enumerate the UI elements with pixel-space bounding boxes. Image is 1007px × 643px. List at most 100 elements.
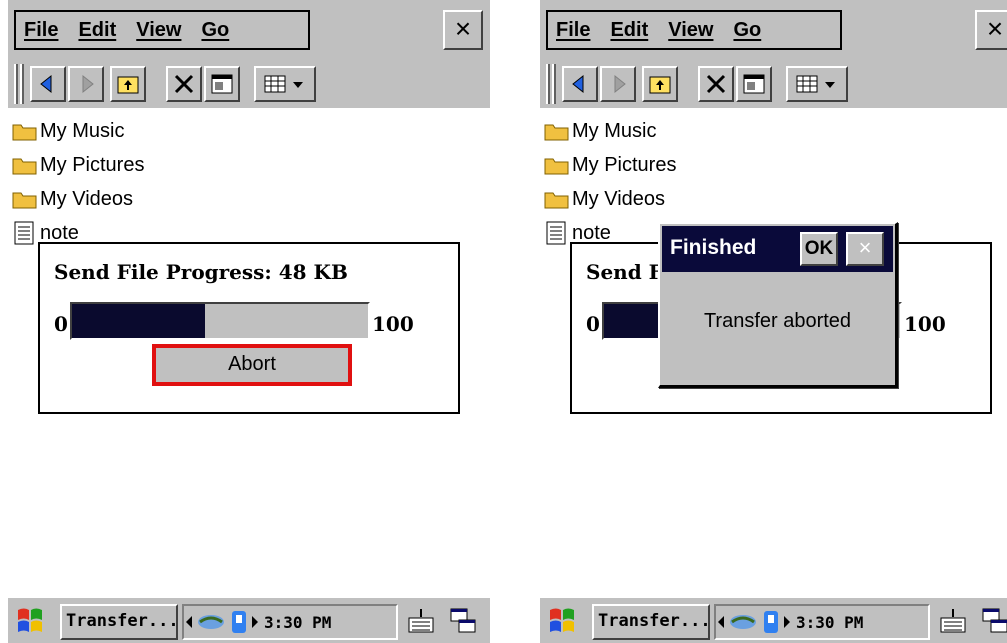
progress-bar — [70, 302, 370, 340]
network-icon[interactable] — [194, 610, 228, 634]
progress-title: Send File Progress: 48 KB — [54, 260, 348, 284]
menu-group: File Edit View Go — [546, 10, 842, 50]
abort-button[interactable]: Abort — [156, 348, 348, 382]
progress-fill — [72, 304, 206, 338]
list-item[interactable]: My Pictures — [544, 148, 1007, 182]
document-icon — [14, 221, 34, 245]
task-button[interactable]: Transfer... — [60, 604, 178, 640]
file-name: My Music — [572, 119, 657, 142]
menu-file[interactable]: File — [556, 19, 590, 42]
file-name: My Pictures — [40, 153, 145, 176]
back-icon — [40, 74, 52, 94]
document-icon — [546, 221, 566, 245]
start-icon[interactable] — [546, 606, 578, 636]
menu-view[interactable]: View — [668, 19, 713, 42]
folder-icon — [12, 124, 37, 141]
toolbar-grip[interactable] — [552, 64, 556, 104]
back-button[interactable] — [30, 66, 66, 102]
toolbar-grip[interactable] — [14, 64, 18, 104]
toolbar — [540, 56, 1007, 108]
arrow-left-icon[interactable] — [716, 614, 726, 630]
keyboard-icon[interactable] — [406, 606, 436, 636]
view-menu-button[interactable] — [786, 66, 848, 102]
menu-group: File Edit View Go — [14, 10, 310, 50]
finished-dialog: Finished OK × Transfer aborted — [658, 222, 898, 388]
forward-button[interactable] — [600, 66, 636, 102]
list-item[interactable]: My Videos — [544, 182, 1007, 216]
close-button[interactable]: × — [975, 10, 1007, 50]
view-menu-button[interactable] — [254, 66, 316, 102]
list-item[interactable]: My Pictures — [12, 148, 482, 182]
folder-icon — [12, 192, 37, 209]
switch-window-icon[interactable] — [448, 606, 478, 636]
arrow-right-icon[interactable] — [250, 614, 260, 630]
system-tray: 3:30 PM — [714, 604, 930, 640]
dialog-close-button[interactable]: × — [846, 232, 884, 266]
properties-button[interactable] — [204, 66, 240, 102]
folder-icon — [544, 124, 569, 141]
menu-bar: File Edit View Go × — [540, 0, 1007, 56]
file-name: My Pictures — [572, 153, 677, 176]
progress-max-label: 100 — [372, 312, 414, 336]
clock[interactable]: 3:30 PM — [796, 613, 863, 632]
delete-button[interactable] — [698, 66, 734, 102]
switch-window-icon[interactable] — [980, 606, 1007, 636]
arrow-right-icon[interactable] — [782, 614, 792, 630]
task-button[interactable]: Transfer... — [592, 604, 710, 640]
dialog-message: Transfer aborted — [703, 310, 852, 332]
folder-icon — [544, 158, 569, 175]
toolbar-grip[interactable] — [20, 64, 24, 104]
arrow-left-icon[interactable] — [184, 614, 194, 630]
ok-button[interactable]: OK — [800, 232, 838, 266]
menu-go[interactable]: Go — [733, 19, 761, 42]
up-folder-button[interactable] — [110, 66, 146, 102]
menu-file[interactable]: File — [24, 19, 58, 42]
list-item[interactable]: My Music — [544, 114, 1007, 148]
list-item[interactable]: My Videos — [12, 182, 482, 216]
dialog-titlebar: Finished OK × — [662, 226, 893, 272]
progress-title: Send F — [586, 260, 663, 284]
menu-edit[interactable]: Edit — [610, 19, 648, 42]
progress-min-label: 0 — [54, 312, 68, 336]
screen-finished: File Edit View Go × My Music My Pictures… — [540, 0, 1007, 643]
start-icon[interactable] — [14, 606, 46, 636]
menu-bar: File Edit View Go × — [8, 0, 490, 56]
menu-edit[interactable]: Edit — [78, 19, 116, 42]
delete-icon — [706, 74, 726, 94]
toolbar-grip[interactable] — [546, 64, 550, 104]
forward-button[interactable] — [68, 66, 104, 102]
usb-icon[interactable] — [760, 609, 782, 635]
list-item[interactable]: My Music — [12, 114, 482, 148]
menu-view[interactable]: View — [136, 19, 181, 42]
taskbar: Transfer... 3:30 PM — [8, 596, 490, 643]
delete-button[interactable] — [166, 66, 202, 102]
up-folder-button[interactable] — [642, 66, 678, 102]
progress-dialog: Send File Progress: 48 KB 0 100 Abort — [38, 242, 460, 414]
delete-icon — [174, 74, 194, 94]
menu-go[interactable]: Go — [201, 19, 229, 42]
up-folder-icon — [649, 76, 671, 94]
usb-icon[interactable] — [228, 609, 250, 635]
file-name: My Videos — [40, 187, 134, 210]
screen-progress: File Edit View Go × My Music My Pictures… — [8, 0, 490, 643]
view-menu-icon — [796, 75, 835, 93]
toolbar — [8, 56, 490, 108]
network-icon[interactable] — [726, 610, 760, 634]
file-name: My Videos — [572, 187, 666, 210]
properties-icon — [211, 74, 233, 94]
folder-icon — [544, 192, 569, 209]
system-tray: 3:30 PM — [182, 604, 398, 640]
properties-icon — [743, 74, 765, 94]
folder-icon — [12, 158, 37, 175]
progress-min-label: 0 — [586, 312, 600, 336]
back-icon — [572, 74, 584, 94]
clock[interactable]: 3:30 PM — [264, 613, 331, 632]
keyboard-icon[interactable] — [938, 606, 968, 636]
forward-icon — [82, 74, 94, 94]
back-button[interactable] — [562, 66, 598, 102]
close-button[interactable]: × — [443, 10, 483, 50]
progress-max-label: 100 — [904, 312, 946, 336]
dialog-title: Finished — [670, 236, 757, 259]
properties-button[interactable] — [736, 66, 772, 102]
file-name: My Music — [40, 119, 125, 142]
